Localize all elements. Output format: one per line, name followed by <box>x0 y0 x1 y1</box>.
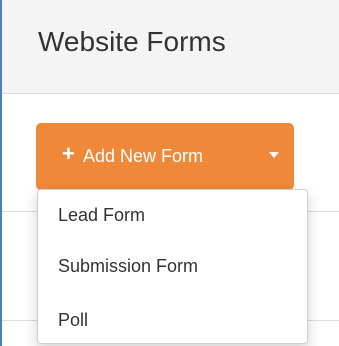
menu-item-submission-form[interactable]: Submission Form <box>38 247 307 285</box>
add-new-form-button[interactable]: + Add New Form <box>36 123 294 190</box>
page: Website Forms + Add New Form Lead Form S… <box>0 0 339 346</box>
menu-item-lead-form[interactable]: Lead Form <box>38 196 307 234</box>
plus-icon: + <box>62 141 75 166</box>
page-header: Website Forms <box>2 0 339 94</box>
add-form-dropdown-menu: Lead Form Submission Form Poll <box>37 189 308 344</box>
menu-item-poll[interactable]: Poll <box>38 301 307 339</box>
page-title: Website Forms <box>38 26 226 57</box>
add-new-form-label: Add New Form <box>83 146 204 166</box>
caret-down-icon <box>269 152 279 158</box>
